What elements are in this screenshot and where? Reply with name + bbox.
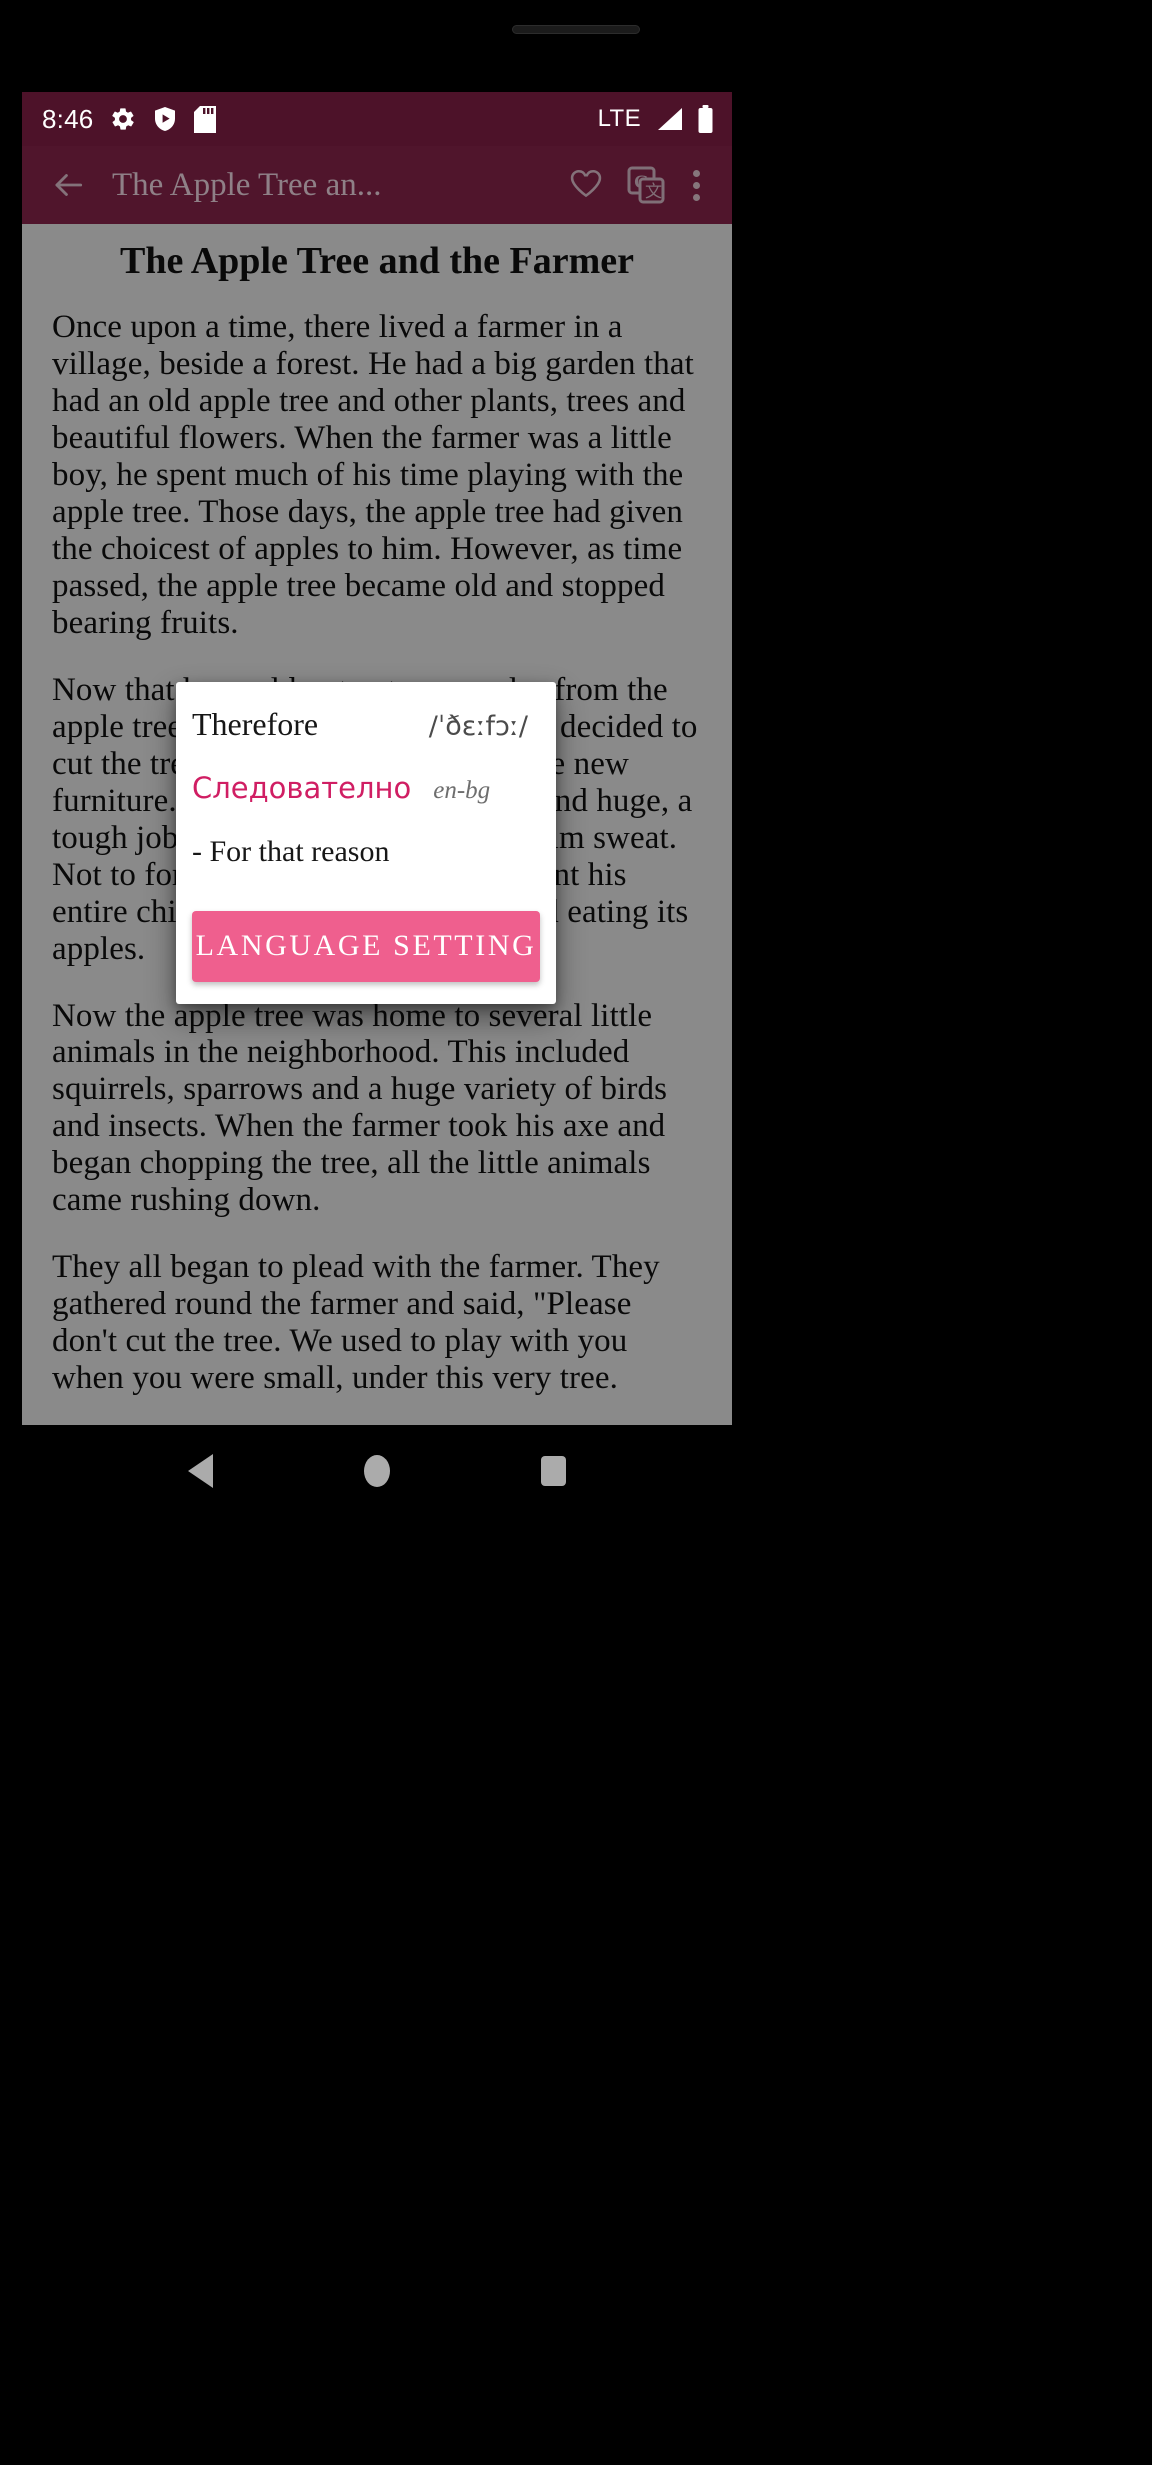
nav-home-icon	[363, 1455, 390, 1487]
favorite-heart-icon[interactable]	[558, 157, 614, 213]
nav-recents-icon	[541, 1456, 567, 1486]
google-translate-icon[interactable]: G 文	[618, 157, 674, 213]
app-bar-title: The Apple Tree an...	[112, 166, 382, 203]
story-paragraph[interactable]: They all began to plead with the farmer.…	[52, 1249, 702, 1397]
status-bar-right-group: LTE	[598, 105, 714, 133]
status-bar-left-group: 8:46	[42, 104, 217, 134]
gear-icon	[110, 106, 136, 132]
sd-card-icon	[194, 105, 217, 133]
nav-back-icon	[187, 1454, 213, 1488]
nav-recents-button[interactable]	[524, 1441, 584, 1501]
language-setting-button[interactable]: LANGUAGE SETTING	[192, 911, 540, 982]
story-paragraph[interactable]: Once upon a time, there lived a farmer i…	[52, 309, 702, 642]
dialog-headword-row: Therefore /ˈðɛːfɔː/	[192, 706, 540, 743]
dialog-definition: - For that reason	[192, 835, 390, 868]
overflow-menu-icon[interactable]	[674, 157, 718, 213]
back-button[interactable]	[40, 157, 96, 213]
translation-dialog: Therefore /ˈðɛːfɔː/ Следователно en-bg -…	[176, 682, 556, 1004]
story-content-area[interactable]: The Apple Tree and the Farmer Once upon …	[22, 224, 732, 1425]
status-bar: 8:46 LTE	[22, 92, 732, 146]
menu-dot	[692, 193, 700, 201]
nav-home-button[interactable]	[347, 1441, 407, 1501]
network-type-label: LTE	[597, 105, 641, 132]
dialog-translation-row: Следователно en-bg	[192, 771, 540, 805]
dialog-headword: Therefore	[192, 706, 319, 742]
system-navigation-bar	[22, 1425, 732, 1517]
battery-icon	[697, 105, 714, 133]
menu-dot	[692, 181, 700, 189]
svg-text:文: 文	[645, 182, 662, 202]
status-bar-clock: 8:46	[42, 104, 94, 134]
menu-dot	[692, 169, 700, 177]
story-title: The Apple Tree and the Farmer	[119, 240, 635, 282]
shield-play-icon	[153, 106, 177, 132]
dialog-translated-word: Следователно	[192, 771, 412, 805]
dialog-language-pair-label: en-bg	[433, 777, 491, 804]
dialog-phonetic-transcription: /ˈðɛːfɔː/	[428, 711, 528, 742]
signal-icon	[654, 106, 684, 132]
speaker-grill	[512, 25, 640, 34]
device-frame: 8:46 LTE The Apple Tree an... 文 The Appl…	[0, 0, 1152, 2465]
phone-screen: 8:46 LTE The Apple Tree an... 文 The Appl…	[22, 92, 732, 1425]
app-bar: The Apple Tree an... G 文	[22, 146, 732, 224]
nav-back-button[interactable]	[170, 1441, 230, 1501]
story-paragraph[interactable]: Now the apple tree was home to several l…	[52, 998, 702, 1220]
